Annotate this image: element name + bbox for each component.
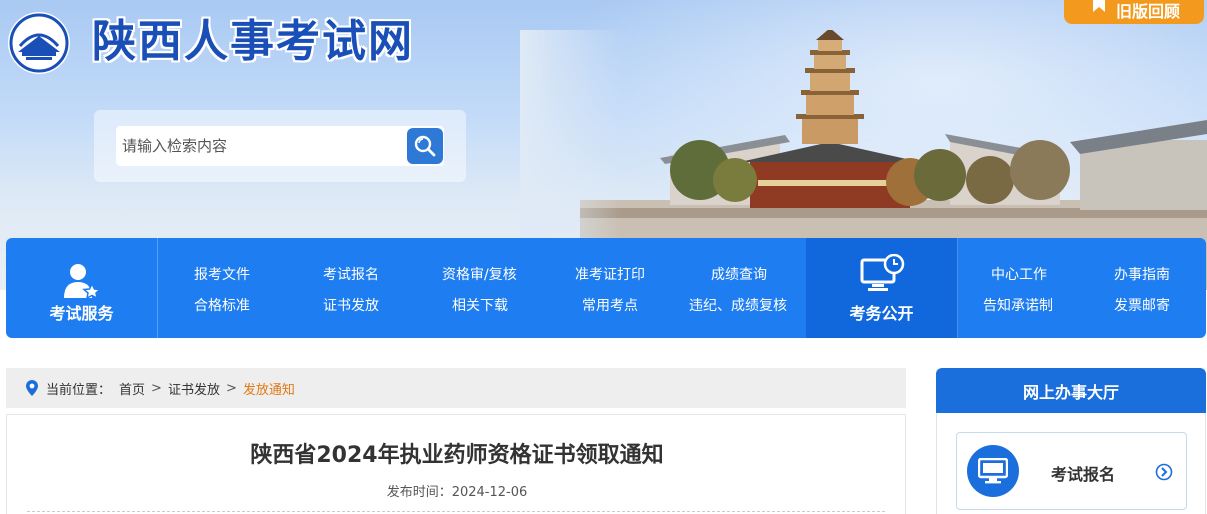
exam-affairs-label: 考务公开	[849, 304, 914, 323]
nav-link-certificate-issue[interactable]: 证书发放	[323, 295, 379, 315]
emblem-icon	[8, 12, 70, 74]
search-input[interactable]	[116, 126, 406, 166]
exam-affairs-block[interactable]: 考务公开	[806, 238, 958, 338]
search-icon	[414, 135, 436, 157]
search-button[interactable]	[406, 126, 444, 166]
user-star-icon	[64, 264, 102, 300]
article-panel: 陕西省2024年执业药师资格证书领取通知 发布时间：2024-12-06	[6, 414, 906, 514]
nav-link-admission-ticket[interactable]: 准考证打印	[575, 264, 645, 284]
nav-link-passing-standard[interactable]: 合格标准	[194, 295, 250, 315]
sidebar-card-label: 考试报名	[1051, 465, 1116, 484]
nav-link-exam-registration[interactable]: 考试报名	[323, 264, 379, 284]
nav-link-score-query[interactable]: 成绩查询	[711, 264, 767, 284]
nav-link-violation-review[interactable]: 违纪、成绩复核	[689, 295, 787, 315]
monitor-clock-icon	[860, 254, 905, 291]
article-date-label: 发布时间：	[386, 485, 452, 500]
nav-link-center-work[interactable]: 中心工作	[991, 264, 1047, 284]
sidebar-exam-registration-card[interactable]: 考试报名	[956, 432, 1187, 510]
sidebar-title: 网上办事大厅	[936, 368, 1206, 413]
main-nav: 考试服务 报考文件 考试报名 资格审/复核 准考证打印 成绩查询 合格标准 证书…	[6, 238, 1206, 338]
article-divider	[27, 511, 885, 512]
article-date: 发布时间：2024-12-06	[7, 481, 907, 500]
old-version-button[interactable]: 旧版回顾	[1064, 0, 1204, 24]
breadcrumb-separator: >	[151, 380, 162, 396]
breadcrumb-prefix: 当前位置：	[46, 382, 112, 398]
nav-link-application-docs[interactable]: 报考文件	[194, 264, 250, 284]
nav-link-downloads[interactable]: 相关下载	[452, 295, 508, 315]
nav-link-qualification-review[interactable]: 资格审/复核	[442, 264, 517, 284]
bookmark-icon	[1093, 0, 1105, 12]
article-title: 陕西省2024年执业药师资格证书领取通知	[250, 443, 664, 468]
location-pin-icon	[26, 380, 38, 396]
nav-link-exam-sites[interactable]: 常用考点	[582, 295, 638, 315]
old-version-label: 旧版回顾	[1116, 2, 1181, 21]
breadcrumb-current[interactable]: 发放通知	[243, 379, 295, 398]
nav-link-service-guide[interactable]: 办事指南	[1114, 264, 1170, 284]
site-title[interactable]: 陕西人事考试网	[92, 14, 414, 70]
breadcrumb-separator: >	[225, 380, 237, 396]
breadcrumb: 当前位置： 首页 > 证书发放 > 发放通知	[6, 368, 906, 408]
nav-link-commitment-system[interactable]: 告知承诺制	[983, 295, 1053, 315]
arrow-right-circle-icon	[1155, 463, 1173, 481]
monitor-icon	[978, 458, 1008, 484]
article-date-value: 2024-12-06	[451, 485, 528, 500]
breadcrumb-home[interactable]: 首页	[119, 379, 145, 398]
search-box	[94, 110, 466, 182]
nav-link-invoice-mailing[interactable]: 发票邮寄	[1114, 295, 1170, 315]
exam-service-block[interactable]: 考试服务	[6, 238, 158, 338]
exam-service-label: 考试服务	[49, 304, 114, 323]
monitor-icon-badge	[967, 445, 1019, 497]
breadcrumb-certificate-issue[interactable]: 证书发放	[168, 379, 220, 398]
